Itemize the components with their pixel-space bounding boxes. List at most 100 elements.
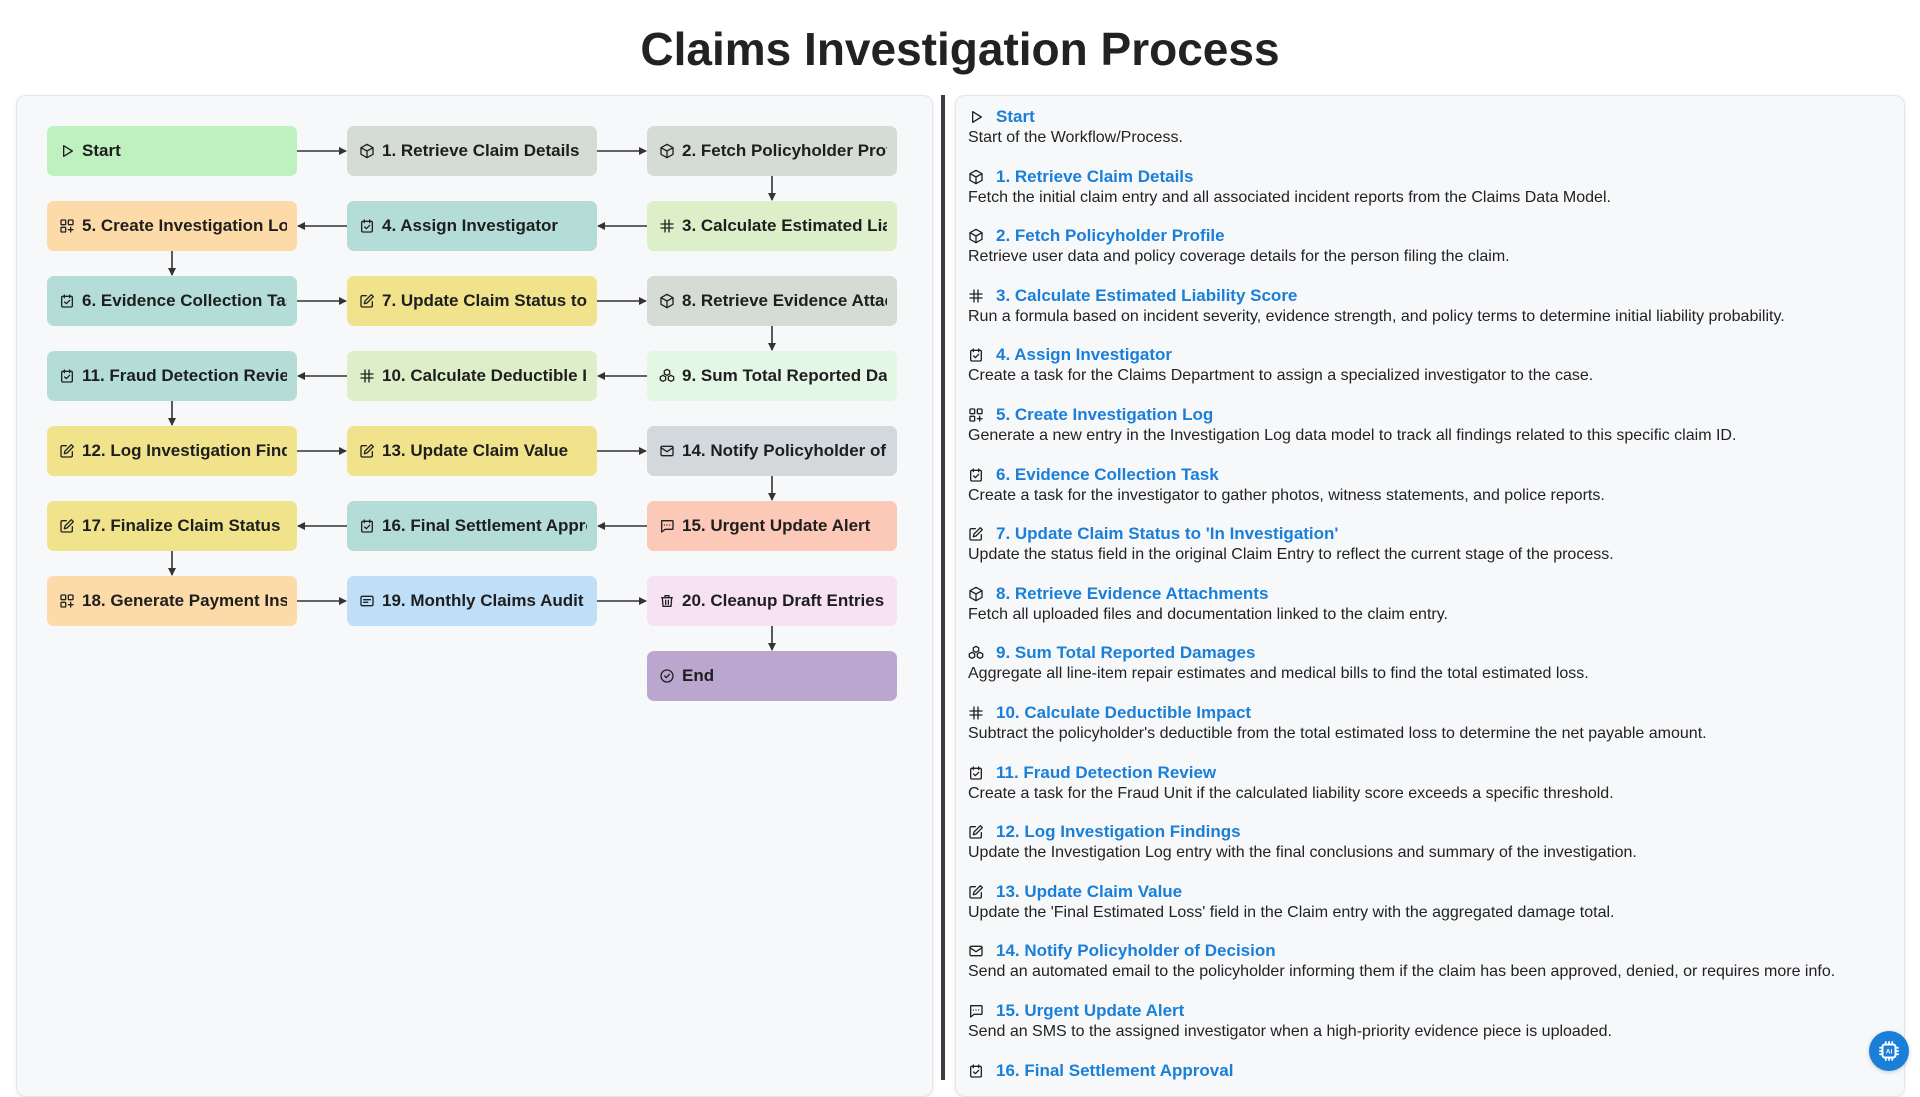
flow-node-label: End — [682, 666, 715, 685]
step-description: Update the status field in the original … — [968, 546, 1614, 564]
check-circle-icon — [659, 668, 675, 684]
flow-node-s1[interactable]: 1. Retrieve Claim Details — [347, 126, 597, 176]
task-icon — [359, 518, 375, 534]
step-detail-item: 9. Sum Total Reported Damages Aggregate a… — [968, 642, 1888, 684]
step-description: Run a formula based on incident severity… — [968, 307, 1785, 325]
flow-node-s9[interactable]: 9. Sum Total Reported Damages — [647, 351, 897, 401]
edit-icon — [59, 443, 75, 459]
flow-node-s13[interactable]: 13. Update Claim Value — [347, 426, 597, 476]
step-title-link[interactable]: 14. Notify Policyholder of Decision — [996, 941, 1276, 961]
flow-node-label: 2. Fetch Policyholder Profile — [682, 141, 887, 160]
task-icon — [968, 347, 984, 363]
flow-node-label: 10. Calculate Deductible Impact — [382, 366, 587, 385]
step-title-link[interactable]: 1. Retrieve Claim Details — [996, 167, 1193, 187]
step-title-link[interactable]: 10. Calculate Deductible Impact — [996, 703, 1251, 723]
flow-node-label: 1. Retrieve Claim Details — [382, 141, 580, 160]
cube-icon — [659, 143, 675, 159]
step-title-link[interactable]: 6. Evidence Collection Task — [996, 465, 1219, 485]
step-title-link[interactable]: 3. Calculate Estimated Liability Score — [996, 286, 1297, 306]
step-title-link[interactable]: 7. Update Claim Status to 'In Investigat… — [996, 524, 1338, 544]
flow-node-s17[interactable]: 17. Finalize Claim Status — [47, 501, 297, 551]
step-title-link[interactable]: 8. Retrieve Evidence Attachments — [996, 584, 1268, 604]
step-detail-item: 2. Fetch Policyholder Profile Retrieve us… — [968, 225, 1888, 267]
step-title-link[interactable]: 13. Update Claim Value — [996, 882, 1182, 902]
flow-node-s12[interactable]: 12. Log Investigation Findings — [47, 426, 297, 476]
step-title-link[interactable]: 9. Sum Total Reported Damages — [996, 643, 1255, 663]
step-detail-header: 10. Calculate Deductible Impact — [968, 702, 1888, 724]
step-description: Start of the Workflow/Process. — [968, 129, 1183, 146]
flow-node-label: 3. Calculate Estimated Liability Score — [682, 216, 887, 235]
flow-node-end[interactable]: End — [647, 651, 897, 701]
flow-node-s10[interactable]: 10. Calculate Deductible Impact — [347, 351, 597, 401]
step-detail-header: 15. Urgent Update Alert — [968, 1000, 1888, 1022]
flow-node-label: Start — [82, 141, 121, 160]
step-title-link[interactable]: 16. Final Settlement Approval — [996, 1061, 1233, 1081]
flow-node-label: 7. Update Claim Status to 'In Investigat… — [382, 291, 587, 310]
play-icon — [968, 109, 984, 125]
flow-node-s15[interactable]: 15. Urgent Update Alert — [647, 501, 897, 551]
step-detail-item: 3. Calculate Estimated Liability Score Ru… — [968, 285, 1888, 327]
hash-icon — [968, 705, 984, 721]
step-title-link[interactable]: 15. Urgent Update Alert — [996, 1001, 1184, 1021]
step-description: Send an automated email to the policyhol… — [968, 963, 1836, 981]
step-detail-header: 12. Log Investigation Findings — [968, 821, 1888, 843]
edit-icon — [359, 443, 375, 459]
step-detail-item: 6. Evidence Collection Task Create a task… — [968, 464, 1888, 506]
ai-assistant-button[interactable]: AI — [1869, 1031, 1909, 1071]
flow-node-s11[interactable]: 11. Fraud Detection Review — [47, 351, 297, 401]
flow-node-label: 18. Generate Payment Instructions — [82, 591, 287, 610]
step-title-link[interactable]: 5. Create Investigation Log — [996, 405, 1213, 425]
play-icon — [59, 143, 75, 159]
svg-text:AI: AI — [1886, 1049, 1893, 1056]
step-details-panel: Start Start of the Workflow/Process. 1. Re… — [955, 95, 1905, 1097]
step-title-link[interactable]: 2. Fetch Policyholder Profile — [996, 226, 1225, 246]
flow-node-label: 4. Assign Investigator — [382, 216, 559, 235]
flow-node-label: 16. Final Settlement Approval — [382, 516, 587, 535]
task-icon — [59, 368, 75, 384]
edit-icon — [59, 518, 75, 534]
task-icon — [359, 218, 375, 234]
cubes-icon — [968, 645, 984, 661]
flow-node-s16[interactable]: 16. Final Settlement Approval — [347, 501, 597, 551]
flow-node-s2[interactable]: 2. Fetch Policyholder Profile — [647, 126, 897, 176]
flow-node-s18[interactable]: 18. Generate Payment Instructions — [47, 576, 297, 626]
step-detail-header: 8. Retrieve Evidence Attachments — [968, 583, 1888, 605]
flow-node-label: 15. Urgent Update Alert — [682, 516, 871, 535]
task-icon — [968, 467, 984, 483]
step-detail-header: 9. Sum Total Reported Damages — [968, 642, 1888, 664]
flow-node-s6[interactable]: 6. Evidence Collection Task — [47, 276, 297, 326]
flow-node-label: 19. Monthly Claims Audit Report — [382, 591, 587, 610]
cube-icon — [359, 143, 375, 159]
hash-icon — [659, 218, 675, 234]
panel-splitter[interactable] — [941, 95, 945, 1080]
ai-chip-icon: AI — [1879, 1041, 1899, 1061]
step-detail-item: 10. Calculate Deductible Impact Subtract … — [968, 702, 1888, 744]
sms-icon — [659, 518, 675, 534]
step-title-link[interactable]: 12. Log Investigation Findings — [996, 822, 1241, 842]
step-description: Create a task for the investigator to ga… — [968, 486, 1605, 504]
report-icon — [359, 593, 375, 609]
step-detail-header: 5. Create Investigation Log — [968, 404, 1888, 426]
step-title-link[interactable]: 4. Assign Investigator — [996, 345, 1172, 365]
flow-node-s14[interactable]: 14. Notify Policyholder of Decision — [647, 426, 897, 476]
step-title-link[interactable]: 11. Fraud Detection Review — [996, 763, 1216, 783]
mail-icon — [659, 443, 675, 459]
step-description: Create a task for the Fraud Unit if the … — [968, 784, 1614, 802]
flow-node-start[interactable]: Start — [47, 126, 297, 176]
flow-node-s19[interactable]: 19. Monthly Claims Audit Report — [347, 576, 597, 626]
step-detail-item: Start Start of the Workflow/Process. — [968, 106, 1888, 148]
flow-node-s3[interactable]: 3. Calculate Estimated Liability Score — [647, 201, 897, 251]
flow-node-s20[interactable]: 20. Cleanup Draft Entries — [647, 576, 897, 626]
step-title-link[interactable]: Start — [996, 107, 1035, 127]
cube-icon — [968, 228, 984, 244]
step-detail-header: 13. Update Claim Value — [968, 881, 1888, 903]
flow-node-s5[interactable]: 5. Create Investigation Log — [47, 201, 297, 251]
flow-node-s4[interactable]: 4. Assign Investigator — [347, 201, 597, 251]
flow-node-label: 5. Create Investigation Log — [82, 216, 287, 235]
cube-icon — [968, 169, 984, 185]
task-icon — [968, 1063, 984, 1079]
flow-node-s8[interactable]: 8. Retrieve Evidence Attachments — [647, 276, 897, 326]
flow-node-s7[interactable]: 7. Update Claim Status to 'In Investigat… — [347, 276, 597, 326]
step-description: Send an SMS to the assigned investigator… — [968, 1023, 1612, 1040]
cube-icon — [968, 586, 984, 602]
